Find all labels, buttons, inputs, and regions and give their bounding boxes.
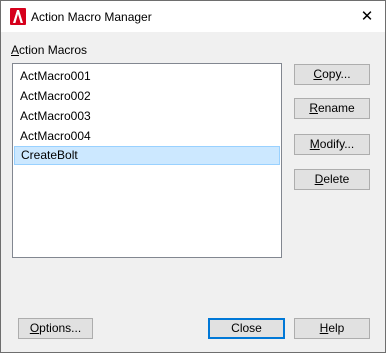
action-macros-list[interactable]: ActMacro001 ActMacro002 ActMacro003 ActM… <box>12 63 282 258</box>
list-item[interactable]: ActMacro002 <box>14 87 280 106</box>
action-macros-label-mnemonic: A <box>11 43 20 57</box>
close-button[interactable]: Close <box>208 318 285 339</box>
mnemonic-letter: M <box>309 137 320 151</box>
action-macros-label: Action Macros <box>11 43 87 57</box>
mnemonic-letter: R <box>309 101 318 115</box>
mnemonic-letter: C <box>313 67 323 81</box>
delete-button[interactable]: Delete <box>294 169 370 190</box>
list-item[interactable]: ActMacro004 <box>14 127 280 146</box>
window-title: Action Macro Manager <box>31 10 152 24</box>
list-item[interactable]: ActMacro003 <box>14 107 280 126</box>
delete-button-label: Delete <box>314 172 350 186</box>
options-button-label: Options... <box>29 321 82 335</box>
close-window-button[interactable]: ✕ <box>349 1 385 32</box>
action-macros-label-rest: ction Macros <box>19 43 88 57</box>
help-button-label: Help <box>319 321 345 335</box>
close-button-label: Close <box>231 321 262 335</box>
modify-button[interactable]: Modify... <box>294 134 370 155</box>
copy-button[interactable]: Copy... <box>294 64 370 85</box>
title-bar[interactable]: Action Macro Manager ✕ <box>1 1 385 32</box>
mnemonic-letter: O <box>29 321 40 335</box>
mnemonic-letter: D <box>314 172 324 186</box>
help-button[interactable]: Help <box>294 318 370 339</box>
action-macro-manager-dialog: Action Macro Manager ✕ Action Macros Act… <box>0 0 386 353</box>
modify-button-label: Modify... <box>309 137 355 151</box>
options-button[interactable]: Options... <box>18 318 93 339</box>
autocad-app-icon <box>10 8 26 25</box>
list-item-selected[interactable]: CreateBolt <box>14 146 280 165</box>
rename-button[interactable]: Rename <box>294 98 370 119</box>
mnemonic-letter: H <box>319 321 329 335</box>
copy-button-label: Copy... <box>313 67 351 81</box>
list-item[interactable]: ActMacro001 <box>14 67 280 86</box>
rename-button-label: Rename <box>309 101 355 115</box>
